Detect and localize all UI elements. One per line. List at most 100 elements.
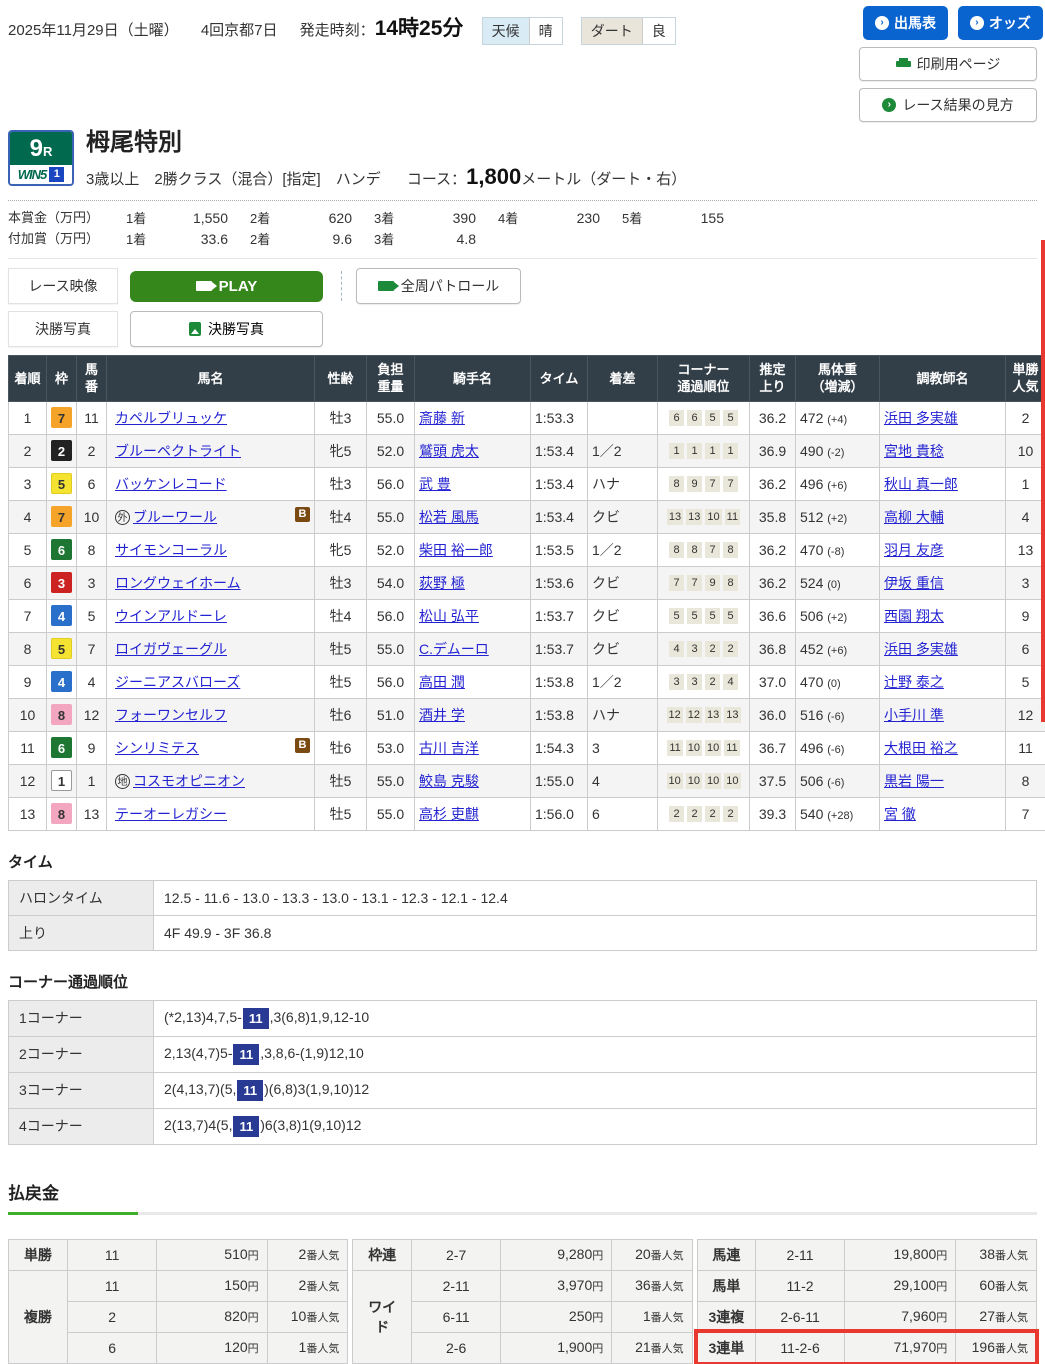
prize-amount: 33.6 <box>164 229 228 250</box>
body-weight-cell: 472 (+4) <box>796 401 880 434</box>
track-value: 良 <box>642 18 675 44</box>
jockey-link[interactable]: 松若 風馬 <box>419 509 479 525</box>
corner-order-chips: 7798 <box>662 575 745 591</box>
frame-number-cell: 5 <box>47 632 77 665</box>
payout-amount: 150円 <box>157 1270 267 1301</box>
jockey-link[interactable]: 高田 潤 <box>419 674 465 690</box>
corner-position: 7 <box>723 476 738 492</box>
trainer-link[interactable]: 辻野 泰之 <box>884 674 944 690</box>
payout-row: 複勝11150円2番人気 <box>9 1270 348 1301</box>
trainer-link[interactable]: 秋山 真一郎 <box>884 476 958 492</box>
carried-weight-cell: 56.0 <box>367 665 415 698</box>
course-distance: 1,800 <box>466 164 521 189</box>
trainer-link[interactable]: 黒岩 陽一 <box>884 773 944 789</box>
jockey-link[interactable]: 斎藤 新 <box>419 410 465 426</box>
jockey-link[interactable]: C.デムーロ <box>419 641 489 657</box>
trainer-link[interactable]: 宮地 貴稔 <box>884 443 944 459</box>
finish-photo-label: 決勝写真 <box>8 311 118 347</box>
body-weight-diff: (0) <box>827 579 840 591</box>
jockey-link[interactable]: 柴田 裕一郎 <box>419 542 493 558</box>
last-3f-cell: 37.5 <box>750 764 796 797</box>
entries-button[interactable]: ›出馬表 <box>863 6 948 40</box>
horse-link[interactable]: フォーワンセルフ <box>115 707 227 723</box>
corner-position: 10 <box>705 740 721 756</box>
odds-button[interactable]: ›オッズ <box>958 6 1043 40</box>
print-page-button[interactable]: 印刷用ページ <box>859 47 1037 81</box>
frame-number-badge: 4 <box>51 605 72 626</box>
horse-link[interactable]: ブルーペクトライト <box>115 443 241 459</box>
frame-number-cell: 7 <box>47 500 77 533</box>
added-prize-row: 付加賞（万円） 1着33.62着9.63着4.8 <box>8 229 1037 250</box>
trainer-link[interactable]: 浜田 多実雄 <box>884 641 958 657</box>
body-weight-cell: 470 (0) <box>796 665 880 698</box>
jockey-link[interactable]: 武 豊 <box>419 476 451 492</box>
horse-link[interactable]: テーオーレガシー <box>115 806 227 822</box>
horse-link[interactable]: ウインアルドーレ <box>115 608 227 624</box>
finish-position-cell: 4 <box>9 500 47 533</box>
sex-age-cell: 牡6 <box>315 698 367 731</box>
horse-link[interactable]: バッケンレコード <box>115 476 227 492</box>
horse-link[interactable]: カペルブリュッケ <box>115 410 227 426</box>
payout-table: 単勝11510円2番人気複勝11150円2番人気2820円10番人気6120円1… <box>8 1239 348 1364</box>
trainer-link[interactable]: 西園 翔太 <box>884 608 944 624</box>
result-row: 1711カペルブリュッケ牡355.0斎藤 新1:53.3665536.2472 … <box>9 401 1045 434</box>
trainer-link[interactable]: 浜田 多実雄 <box>884 410 958 426</box>
popularity-suffix: 番人気 <box>306 1312 339 1324</box>
trainer-link[interactable]: 大根田 裕之 <box>884 740 958 756</box>
body-weight-value: 512 <box>800 509 827 525</box>
frame-number-cell: 6 <box>47 533 77 566</box>
finish-photo-button[interactable]: 決勝写真 <box>130 311 323 347</box>
corner-order-chips: 3324 <box>662 674 745 690</box>
results-guide-button[interactable]: ›レース結果の見方 <box>859 88 1037 122</box>
corner-order-cell: 12121313 <box>658 698 750 731</box>
patrol-button-label: 全周パトロール <box>401 276 499 296</box>
carried-weight-cell: 56.0 <box>367 467 415 500</box>
time-cell: 1:56.0 <box>531 797 588 830</box>
popularity-suffix: 番人気 <box>995 1281 1028 1293</box>
jockey-link[interactable]: 鮫島 克駿 <box>419 773 479 789</box>
patrol-video-button[interactable]: 全周パトロール <box>356 268 521 304</box>
trainer-link[interactable]: 羽月 友彦 <box>884 542 944 558</box>
horse-link[interactable]: コスモオピニオン <box>133 773 245 789</box>
prize-place-label: 4着 <box>498 209 536 229</box>
horse-name-cell: バッケンレコード <box>107 467 315 500</box>
added-prize-label: 付加賞（万円） <box>8 229 126 250</box>
trainer-cell: 伊坂 重信 <box>880 566 1006 599</box>
course-suffix: メートル（ダート・右） <box>521 171 686 188</box>
trainer-link[interactable]: 伊坂 重信 <box>884 575 944 591</box>
corner-position: 13 <box>705 707 721 723</box>
horse-link[interactable]: シンリミテス <box>115 740 199 756</box>
jockey-link[interactable]: 鷲頭 虎太 <box>419 443 479 459</box>
play-button[interactable]: PLAY <box>130 271 323 302</box>
payout-amount-value: 150 <box>224 1277 247 1293</box>
body-weight-diff: (-8) <box>827 546 844 558</box>
weather-label: 天候 <box>483 18 529 44</box>
jockey-link[interactable]: 酒井 学 <box>419 707 465 723</box>
payout-combination: 2-11 <box>756 1239 845 1270</box>
corner-order-chips: 8878 <box>662 542 745 558</box>
payout-amount-value: 71,970 <box>893 1339 936 1355</box>
prize-amount: 1,550 <box>164 208 228 229</box>
margin-cell: 1／2 <box>588 533 658 566</box>
jockey-link[interactable]: 古川 吉洋 <box>419 740 479 756</box>
result-row: 13813テーオーレガシー牡555.0高杉 吏麒1:56.06222239.35… <box>9 797 1045 830</box>
jockey-link[interactable]: 荻野 極 <box>419 575 465 591</box>
time-cell: 1:53.4 <box>531 467 588 500</box>
lap-time-row: ハロンタイム12.5 - 11.6 - 13.0 - 13.3 - 13.0 -… <box>9 880 1037 915</box>
jockey-link[interactable]: 松山 弘平 <box>419 608 479 624</box>
trainer-link[interactable]: 宮 徹 <box>884 806 916 822</box>
trainer-link[interactable]: 小手川 準 <box>884 707 944 723</box>
horse-link[interactable]: ブルーワール <box>133 509 217 525</box>
jockey-link[interactable]: 高杉 吏麒 <box>419 806 479 822</box>
horse-link[interactable]: ロングウェイホーム <box>115 575 241 591</box>
win-popularity-cell: 2 <box>1006 401 1045 434</box>
prize-pair: 2着9.6 <box>250 229 374 250</box>
carried-weight-cell: 54.0 <box>367 566 415 599</box>
trainer-link[interactable]: 高柳 大輔 <box>884 509 944 525</box>
corner-position: 2 <box>723 641 738 657</box>
horse-link[interactable]: ロイガヴェーグル <box>115 641 227 657</box>
horse-link[interactable]: ジーニアスバローズ <box>115 674 240 690</box>
horse-link[interactable]: サイモンコーラル <box>115 542 227 558</box>
horse-number-cell: 2 <box>77 434 107 467</box>
blinker-badge: B <box>295 507 310 522</box>
